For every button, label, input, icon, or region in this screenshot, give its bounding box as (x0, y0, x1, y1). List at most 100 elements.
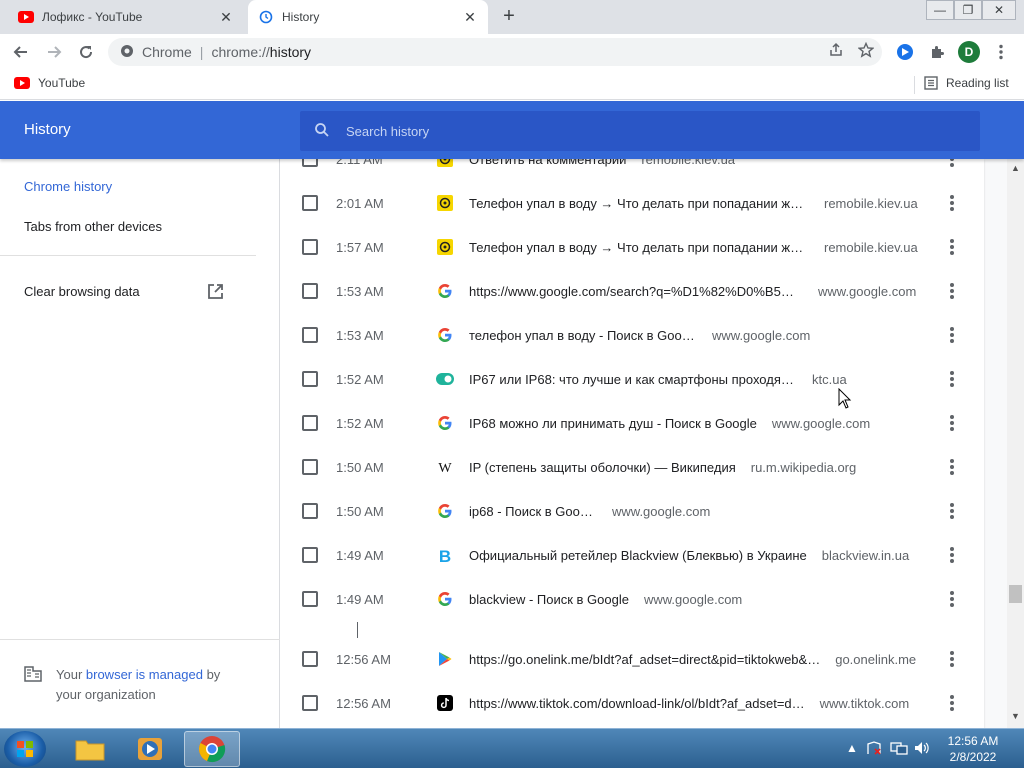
search-history-input[interactable]: Search history (300, 111, 980, 151)
history-row[interactable]: 1:50 AM ip68 - Поиск в Google www.google.c… (281, 489, 984, 533)
more-menu-icon[interactable] (990, 41, 1012, 63)
history-entry-link[interactable]: https://www.google.com/search?q=%D1%82%D… (469, 284, 916, 299)
entry-domain: www.google.com (771, 415, 871, 431)
reading-list-button[interactable]: Reading list (924, 76, 1009, 90)
row-checkbox[interactable] (302, 159, 318, 167)
start-button[interactable] (4, 731, 46, 767)
forward-button[interactable] (42, 40, 66, 64)
history-entry-link[interactable]: IP (степень защиты оболочки) — Википедия… (469, 460, 856, 475)
row-checkbox[interactable] (302, 651, 318, 667)
history-entry-link[interactable]: Официальный ретейлер Blackview (Блеквью)… (469, 548, 909, 563)
history-entry-link[interactable]: IP68 можно ли принимать душ - Поиск в Go… (469, 416, 870, 431)
show-hidden-icons[interactable]: ▲ (846, 741, 858, 755)
tab-title: Лофикс - YouTube (42, 10, 143, 24)
history-entry-link[interactable]: телефон упал в воду - Поиск в Google www.… (469, 328, 810, 343)
row-checkbox[interactable] (302, 239, 318, 255)
scroll-up-icon[interactable]: ▲ (1011, 163, 1020, 173)
more-actions-icon[interactable] (947, 457, 957, 477)
row-checkbox[interactable] (302, 503, 318, 519)
minimize-icon[interactable]: — (926, 0, 954, 20)
close-icon[interactable]: ✕ (218, 9, 234, 25)
bookmarks-bar: YouTube Reading list (0, 70, 1024, 100)
more-actions-icon[interactable] (947, 193, 957, 213)
history-row[interactable]: 1:53 AM телефон упал в воду - Поиск в Goo… (281, 313, 984, 357)
entry-domain: www.google.com (712, 327, 811, 343)
system-clock[interactable]: 12:56 AM 2/8/2022 (942, 733, 1004, 765)
sidebar-item-other-devices[interactable]: Tabs from other devices (24, 219, 162, 234)
more-actions-icon[interactable] (947, 649, 957, 669)
history-row[interactable]: 1:52 AM IP68 можно ли принимать душ - Пои… (281, 401, 984, 445)
entry-title: Официальный ретейлер Blackview (Блеквью)… (469, 547, 807, 563)
history-row[interactable]: 1:53 AM https://www.google.com/search?q=%… (281, 269, 984, 313)
action-center-icon[interactable] (866, 741, 882, 758)
tab-youtube[interactable]: Лофикс - YouTube ✕ (8, 0, 244, 34)
more-actions-icon[interactable] (947, 501, 957, 521)
bookmark-star-icon[interactable] (857, 41, 875, 61)
volume-icon[interactable] (914, 741, 930, 758)
history-entry-link[interactable]: blackview - Поиск в Google www.google.com (469, 592, 742, 607)
more-actions-icon[interactable] (947, 325, 957, 345)
row-checkbox[interactable] (302, 195, 318, 211)
more-actions-icon[interactable] (947, 545, 957, 565)
history-entry-link[interactable]: Телефон упал в воду → Что делать при поп… (469, 196, 918, 211)
profile-avatar[interactable]: D (958, 41, 980, 63)
history-row[interactable]: 1:50 AM W IP (степень защиты оболочки) — В… (281, 445, 984, 489)
more-actions-icon[interactable] (947, 159, 957, 169)
clear-browsing-data-link[interactable]: Clear browsing data (24, 284, 140, 299)
history-row[interactable]: 1:49 AM B Официальный ретейлер Blackview (… (281, 533, 984, 577)
close-window-icon[interactable]: ✕ (982, 0, 1016, 20)
more-actions-icon[interactable] (947, 589, 957, 609)
row-checkbox[interactable] (302, 371, 318, 387)
history-row[interactable]: 2:01 AM Телефон упал в воду → Что делать … (281, 181, 984, 225)
scrollbar[interactable]: ▲ ▼ (1007, 159, 1024, 728)
history-entry-link[interactable]: IP67 или IP68: что лучше и как смартфоны… (469, 372, 847, 387)
history-row[interactable]: 2:11 AM Ответить на комментарии remobile.k… (281, 159, 984, 181)
network-icon[interactable] (890, 741, 908, 758)
row-checkbox[interactable] (302, 283, 318, 299)
history-row[interactable]: 12:56 AM https://www.tiktok.com/download-… (281, 681, 984, 725)
history-row[interactable]: 1:57 AM Телефон упал в воду → Что делать … (281, 225, 984, 269)
more-actions-icon[interactable] (947, 237, 957, 257)
history-row[interactable]: 1:52 AM IP67 или IP68: что лучше и как см… (281, 357, 984, 401)
tab-history[interactable]: History ✕ (248, 0, 488, 34)
history-entry-link[interactable]: Телефон упал в воду → Что делать при поп… (469, 240, 918, 255)
restore-icon[interactable]: ❐ (954, 0, 982, 20)
row-checkbox[interactable] (302, 415, 318, 431)
explorer-taskbar-button[interactable] (62, 731, 118, 767)
row-checkbox[interactable] (302, 695, 318, 711)
more-actions-icon[interactable] (947, 413, 957, 433)
history-entry-link[interactable]: ip68 - Поиск в Google www.google.com (469, 504, 710, 519)
search-placeholder: Search history (346, 123, 430, 139)
scroll-down-icon[interactable]: ▼ (1011, 711, 1020, 721)
history-entry-link[interactable]: https://www.tiktok.com/download-link/ol/… (469, 696, 909, 711)
history-row[interactable]: 12:56 AM https://go.onelink.me/bIdt?af_ad… (281, 637, 984, 681)
row-checkbox[interactable] (302, 591, 318, 607)
scrollbar-thumb[interactable] (1009, 585, 1022, 603)
reload-button[interactable] (74, 40, 98, 64)
extension-icon[interactable] (894, 41, 916, 63)
extensions-puzzle-icon[interactable] (926, 41, 948, 63)
new-tab-button[interactable]: + (498, 6, 520, 28)
back-button[interactable] (9, 40, 33, 64)
share-icon[interactable] (828, 42, 844, 61)
history-row[interactable]: 1:49 AM blackview - Поиск в Google www.goo… (281, 577, 984, 621)
history-entry-link[interactable]: https://go.onelink.me/bIdt?af_adset=dire… (469, 652, 916, 667)
media-player-taskbar-button[interactable] (122, 731, 178, 767)
row-checkbox[interactable] (302, 459, 318, 475)
managed-link[interactable]: browser is managed (86, 667, 203, 682)
row-checkbox[interactable] (302, 327, 318, 343)
history-entry-link[interactable]: Ответить на комментарии remobile.kiev.ua (469, 159, 735, 167)
visit-time: 12:56 AM (336, 695, 391, 711)
chrome-taskbar-button[interactable] (184, 731, 240, 767)
row-checkbox[interactable] (302, 547, 318, 563)
sidebar-item-chrome-history[interactable]: Chrome history (24, 179, 112, 194)
more-actions-icon[interactable] (947, 369, 957, 389)
open-in-new-icon[interactable] (207, 283, 224, 303)
url-host: history (269, 44, 312, 60)
address-bar[interactable]: Chrome | chrome://history (108, 38, 882, 66)
more-actions-icon[interactable] (947, 693, 957, 713)
bookmark-youtube[interactable]: YouTube (14, 76, 85, 90)
blackview-icon: B (436, 546, 454, 564)
more-actions-icon[interactable] (947, 281, 957, 301)
close-icon[interactable]: ✕ (462, 9, 478, 25)
